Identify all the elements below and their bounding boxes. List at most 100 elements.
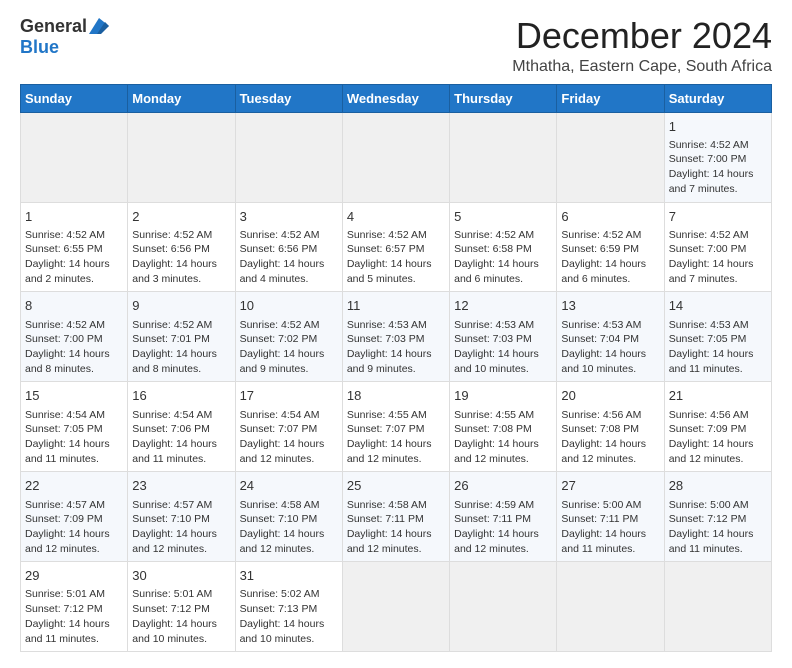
- calendar-cell: 20Sunrise: 4:56 AMSunset: 7:08 PMDayligh…: [557, 382, 664, 472]
- daylight-text: Daylight: 14 hours and 12 minutes.: [240, 438, 325, 465]
- calendar-cell: [450, 562, 557, 652]
- daylight-text: Daylight: 14 hours and 11 minutes.: [132, 438, 217, 465]
- sunset-text: Sunset: 7:06 PM: [132, 423, 210, 435]
- sunrise-text: Sunrise: 4:52 AM: [132, 229, 212, 241]
- sunset-text: Sunset: 7:05 PM: [25, 423, 103, 435]
- sunset-text: Sunset: 7:05 PM: [669, 333, 747, 345]
- sunset-text: Sunset: 7:12 PM: [25, 603, 103, 615]
- day-number: 5: [454, 208, 552, 226]
- calendar-cell: 30Sunrise: 5:01 AMSunset: 7:12 PMDayligh…: [128, 562, 235, 652]
- daylight-text: Daylight: 14 hours and 3 minutes.: [132, 258, 217, 285]
- daylight-text: Daylight: 14 hours and 11 minutes.: [25, 618, 110, 645]
- sunset-text: Sunset: 6:56 PM: [132, 243, 210, 255]
- sunrise-text: Sunrise: 4:52 AM: [240, 229, 320, 241]
- calendar-cell: [21, 112, 128, 202]
- calendar-cell: [664, 562, 771, 652]
- page-header: General Blue December 2024 Mthatha, East…: [20, 16, 772, 76]
- sunrise-text: Sunrise: 4:52 AM: [669, 229, 749, 241]
- calendar-cell: 3Sunrise: 4:52 AMSunset: 6:56 PMDaylight…: [235, 202, 342, 292]
- daylight-text: Daylight: 14 hours and 12 minutes.: [561, 438, 646, 465]
- daylight-text: Daylight: 14 hours and 12 minutes.: [669, 438, 754, 465]
- calendar-cell: 26Sunrise: 4:59 AMSunset: 7:11 PMDayligh…: [450, 472, 557, 562]
- calendar-week-row: 15 Sunrise: 4:54 AM Sunset: 7:05 PM Dayligh…: [21, 382, 772, 472]
- calendar-cell: 28Sunrise: 5:00 AMSunset: 7:12 PMDayligh…: [664, 472, 771, 562]
- calendar-cell: 10Sunrise: 4:52 AMSunset: 7:02 PMDayligh…: [235, 292, 342, 382]
- calendar-cell: 1Sunrise: 4:52 AMSunset: 6:55 PMDaylight…: [21, 202, 128, 292]
- calendar-cell: 19 Sunrise: 4:55 AM Sunset: 7:08 PM Dayligh…: [450, 382, 557, 472]
- calendar-cell: 8Sunrise: 4:52 AMSunset: 7:00 PMDaylight…: [21, 292, 128, 382]
- sunrise-text: Sunrise: 4:52 AM: [561, 229, 641, 241]
- calendar-week-row: 8Sunrise: 4:52 AMSunset: 7:00 PMDaylight…: [21, 292, 772, 382]
- sunrise-text: Sunrise: 4:52 AM: [669, 139, 749, 151]
- day-number: 11: [347, 297, 445, 315]
- sunset-text: Sunset: 6:59 PM: [561, 243, 639, 255]
- daylight-text: Daylight: 14 hours and 11 minutes.: [669, 348, 754, 375]
- sunrise-text: Sunrise: 4:54 AM: [240, 409, 320, 421]
- header-cell-friday: Friday: [557, 84, 664, 112]
- sunset-text: Sunset: 7:02 PM: [240, 333, 318, 345]
- header-cell-tuesday: Tuesday: [235, 84, 342, 112]
- calendar-body: 1 Sunrise: 4:52 AM Sunset: 7:00 PM Daylight…: [21, 112, 772, 652]
- daylight-text: Daylight: 14 hours and 11 minutes.: [669, 528, 754, 555]
- calendar-cell: 5Sunrise: 4:52 AMSunset: 6:58 PMDaylight…: [450, 202, 557, 292]
- daylight-text: Daylight: 14 hours and 12 minutes.: [240, 528, 325, 555]
- sunset-text: Sunset: 7:12 PM: [669, 513, 747, 525]
- daylight-text: Daylight: 14 hours and 7 minutes.: [669, 168, 754, 195]
- day-number: 10: [240, 297, 338, 315]
- calendar-cell: 2Sunrise: 4:52 AMSunset: 6:56 PMDaylight…: [128, 202, 235, 292]
- sunrise-text: Sunrise: 4:52 AM: [347, 229, 427, 241]
- daylight-text: Daylight: 14 hours and 12 minutes.: [454, 438, 539, 465]
- calendar-week-row: 1Sunrise: 4:52 AMSunset: 6:55 PMDaylight…: [21, 202, 772, 292]
- calendar-cell: 6Sunrise: 4:52 AMSunset: 6:59 PMDaylight…: [557, 202, 664, 292]
- logo-general-text: General: [20, 16, 87, 37]
- day-number: 20: [561, 387, 659, 405]
- day-number: 31: [240, 567, 338, 585]
- sunrise-text: Sunrise: 4:55 AM: [454, 409, 534, 421]
- sunrise-text: Sunrise: 4:57 AM: [132, 499, 212, 511]
- daylight-text: Daylight: 14 hours and 12 minutes.: [454, 528, 539, 555]
- day-number: 1: [669, 118, 767, 136]
- logo-blue-text: Blue: [20, 37, 59, 58]
- sunset-text: Sunset: 7:08 PM: [454, 423, 532, 435]
- sunrise-text: Sunrise: 4:58 AM: [347, 499, 427, 511]
- daylight-text: Daylight: 14 hours and 12 minutes.: [25, 528, 110, 555]
- sunrise-text: Sunrise: 4:55 AM: [347, 409, 427, 421]
- day-number: 19: [454, 387, 552, 405]
- calendar-cell: [342, 562, 449, 652]
- day-number: 12: [454, 297, 552, 315]
- day-number: 16: [132, 387, 230, 405]
- daylight-text: Daylight: 14 hours and 9 minutes.: [240, 348, 325, 375]
- sunset-text: Sunset: 7:04 PM: [561, 333, 639, 345]
- day-number: 27: [561, 477, 659, 495]
- day-number: 14: [669, 297, 767, 315]
- calendar-cell: 9Sunrise: 4:52 AMSunset: 7:01 PMDaylight…: [128, 292, 235, 382]
- day-number: 13: [561, 297, 659, 315]
- calendar-week-row: 29Sunrise: 5:01 AMSunset: 7:12 PMDayligh…: [21, 562, 772, 652]
- sunrise-text: Sunrise: 4:52 AM: [454, 229, 534, 241]
- header-cell-saturday: Saturday: [664, 84, 771, 112]
- day-number: 17: [240, 387, 338, 405]
- daylight-text: Daylight: 14 hours and 11 minutes.: [25, 438, 110, 465]
- daylight-text: Daylight: 14 hours and 12 minutes.: [132, 528, 217, 555]
- calendar-table: SundayMondayTuesdayWednesdayThursdayFrid…: [20, 84, 772, 653]
- day-number: 25: [347, 477, 445, 495]
- day-number: 23: [132, 477, 230, 495]
- daylight-text: Daylight: 14 hours and 10 minutes.: [561, 348, 646, 375]
- sunrise-text: Sunrise: 5:00 AM: [561, 499, 641, 511]
- day-number: 8: [25, 297, 123, 315]
- sunrise-text: Sunrise: 5:01 AM: [25, 588, 105, 600]
- day-number: 7: [669, 208, 767, 226]
- sunrise-text: Sunrise: 4:53 AM: [347, 319, 427, 331]
- sunset-text: Sunset: 7:00 PM: [669, 243, 747, 255]
- day-number: 18: [347, 387, 445, 405]
- day-number: 15: [25, 387, 123, 405]
- calendar-cell: 27Sunrise: 5:00 AMSunset: 7:11 PMDayligh…: [557, 472, 664, 562]
- daylight-text: Daylight: 14 hours and 6 minutes.: [561, 258, 646, 285]
- calendar-cell: [235, 112, 342, 202]
- calendar-cell: 29Sunrise: 5:01 AMSunset: 7:12 PMDayligh…: [21, 562, 128, 652]
- sunrise-text: Sunrise: 4:56 AM: [561, 409, 641, 421]
- sunrise-text: Sunrise: 5:00 AM: [669, 499, 749, 511]
- day-number: 22: [25, 477, 123, 495]
- sunset-text: Sunset: 7:11 PM: [561, 513, 638, 525]
- sunset-text: Sunset: 7:13 PM: [240, 603, 318, 615]
